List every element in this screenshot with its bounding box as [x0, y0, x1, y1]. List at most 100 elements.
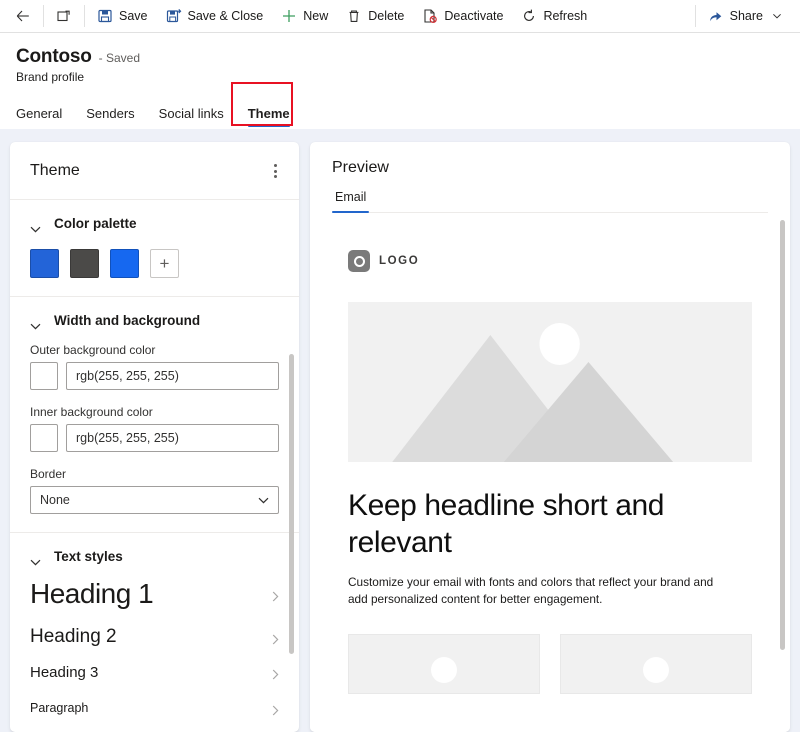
mountain-placeholder-icon	[392, 323, 674, 462]
inner-background-color-label: Inner background color	[30, 405, 153, 419]
delete-label: Delete	[368, 9, 405, 23]
deactivate-label: Deactivate	[444, 9, 504, 23]
theme-panel-scrollbar[interactable]	[289, 354, 294, 654]
preview-tab-email[interactable]: Email	[332, 190, 370, 213]
inner-background-color-chip[interactable]	[30, 424, 58, 452]
preview-panel-scrollbar[interactable]	[780, 220, 785, 650]
new-button[interactable]: New	[272, 0, 337, 32]
inner-background-color-row	[30, 424, 279, 452]
arrow-left-icon	[15, 8, 31, 24]
tab-general[interactable]: General	[16, 106, 74, 129]
preview-panel-title: Preview	[332, 159, 389, 176]
field-border: Border None	[30, 467, 279, 514]
outer-background-color-chip[interactable]	[30, 362, 58, 390]
theme-panel-header: Theme	[10, 142, 299, 200]
text-style-label: Heading 2	[30, 626, 117, 647]
preview-tabstrip: Email	[332, 190, 768, 213]
text-style-paragraph[interactable]: Paragraph	[30, 689, 279, 723]
width-background-title: Width and background	[54, 313, 201, 328]
deactivate-button[interactable]: Deactivate	[413, 0, 512, 32]
back-button[interactable]	[6, 0, 40, 32]
chevron-right-icon	[272, 667, 279, 680]
color-swatch-3[interactable]	[110, 249, 139, 278]
section-text-styles: Text styles Heading 1 Heading 2 Heading …	[10, 533, 299, 732]
color-palette-title: Color palette	[54, 216, 137, 231]
work-area: Theme Color palette + Width and backgrou…	[0, 133, 800, 732]
email-card-placeholder-2	[560, 633, 752, 694]
refresh-button[interactable]: Refresh	[512, 0, 596, 32]
email-body-text: Customize your email with fonts and colo…	[348, 575, 714, 606]
chevron-down-icon	[30, 553, 41, 566]
chevron-right-icon	[272, 632, 279, 644]
chevron-right-icon	[272, 703, 279, 715]
field-inner-background-color: Inner background color	[30, 405, 279, 452]
chevron-down-icon	[30, 220, 41, 233]
inner-background-color-input[interactable]	[66, 424, 279, 452]
outer-background-color-label: Outer background color	[30, 343, 156, 357]
text-style-heading-3[interactable]: Heading 3	[30, 656, 279, 689]
command-bar-divider	[43, 5, 44, 27]
logo-ring-shape	[353, 255, 365, 267]
trash-icon	[346, 8, 362, 24]
save-state-label: - Saved	[98, 51, 140, 65]
width-background-header[interactable]: Width and background	[30, 313, 279, 330]
save-and-close-button[interactable]: Save & Close	[157, 0, 273, 32]
text-style-label: Heading 3	[30, 664, 99, 681]
color-swatch-row: +	[30, 249, 279, 278]
chevron-down-icon	[30, 317, 41, 330]
share-label: Share	[729, 9, 763, 23]
text-styles-title: Text styles	[54, 549, 123, 564]
record-tabstrip: General Senders Social links Theme	[16, 82, 784, 129]
refresh-icon	[521, 8, 537, 24]
border-select-value: None	[40, 493, 70, 507]
save-button[interactable]: Save	[88, 0, 157, 32]
text-styles-header[interactable]: Text styles	[30, 549, 279, 566]
outer-background-color-input[interactable]	[66, 362, 279, 390]
logo-wordmark: LOGO	[379, 255, 420, 267]
page-header: Contoso - Saved Brand profile General Se…	[0, 33, 800, 129]
chevron-right-icon	[272, 589, 279, 601]
card-sun-shape	[643, 656, 669, 683]
theme-panel-scroll-region: Color palette + Width and background Out…	[10, 200, 299, 732]
color-palette-header[interactable]: Color palette	[30, 216, 279, 233]
preview-panel: Preview Email LOGO Keep headline short a…	[310, 142, 790, 732]
section-width-and-background: Width and background Outer background co…	[10, 297, 299, 533]
tab-senders[interactable]: Senders	[74, 106, 146, 129]
email-hero-image-placeholder	[348, 302, 752, 462]
entity-name-label: Brand profile	[16, 70, 85, 84]
border-select[interactable]: None	[30, 486, 279, 514]
color-swatch-1[interactable]	[30, 249, 59, 278]
command-bar: Save Save & Close New Delete Deactivate …	[0, 0, 800, 33]
text-style-heading-1[interactable]: Heading 1	[30, 570, 279, 618]
text-style-label: Paragraph	[30, 701, 89, 715]
color-swatch-2[interactable]	[70, 249, 99, 278]
popout-icon	[56, 8, 72, 24]
logo-placeholder-icon	[348, 250, 370, 272]
outer-background-color-row	[30, 362, 279, 390]
open-in-new-window-button[interactable]	[47, 0, 81, 32]
save-and-close-icon	[166, 8, 182, 24]
text-style-heading-2[interactable]: Heading 2	[30, 618, 279, 656]
refresh-label: Refresh	[543, 9, 588, 23]
preview-panel-header: Preview Email	[310, 142, 790, 213]
text-style-label: Heading 1	[30, 578, 154, 609]
share-button[interactable]: Share	[699, 0, 794, 32]
tab-theme[interactable]: Theme	[236, 106, 302, 129]
plus-icon	[281, 8, 297, 24]
tab-social-links[interactable]: Social links	[147, 106, 236, 129]
border-label: Border	[30, 467, 67, 481]
email-preview-canvas: LOGO Keep headline short and relevant Cu…	[310, 220, 790, 732]
add-color-button[interactable]: +	[150, 249, 179, 278]
command-bar-divider-3	[694, 5, 696, 27]
chevron-down-icon	[258, 493, 269, 507]
more-options-icon[interactable]	[270, 158, 281, 184]
share-icon	[708, 8, 724, 24]
deactivate-icon	[422, 8, 438, 24]
email-card-placeholder-1	[348, 633, 540, 694]
email-logo-row: LOGO	[348, 250, 752, 272]
new-label: New	[303, 9, 329, 23]
delete-button[interactable]: Delete	[337, 0, 413, 32]
title-row: Contoso - Saved	[16, 46, 784, 68]
section-color-palette: Color palette +	[10, 200, 299, 297]
theme-panel-title: Theme	[30, 162, 80, 179]
